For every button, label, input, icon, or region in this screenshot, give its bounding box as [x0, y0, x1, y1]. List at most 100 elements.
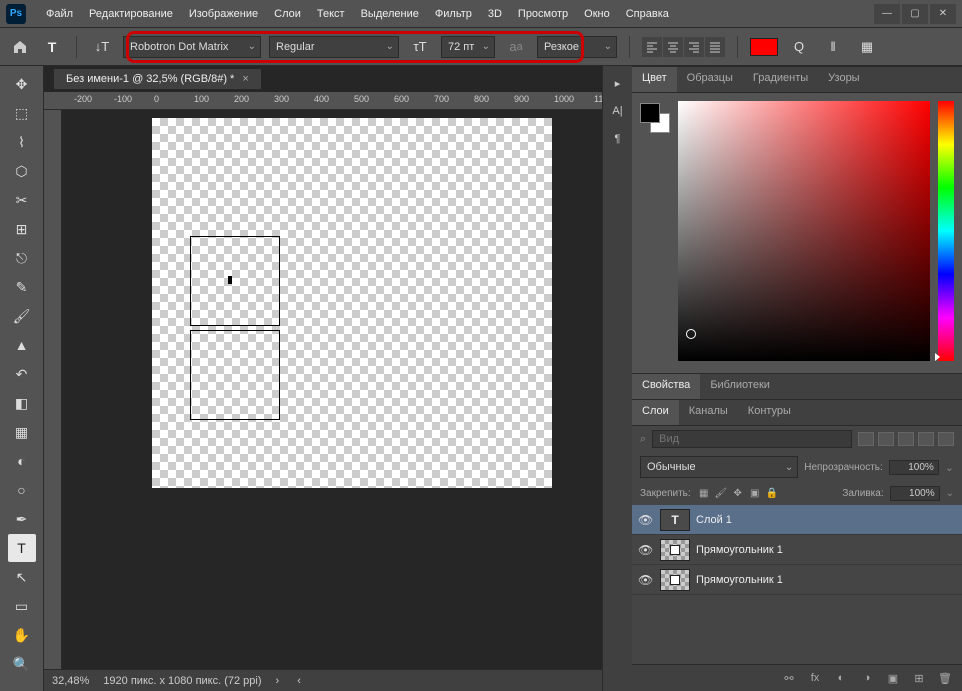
pen-tool[interactable]: ✒ — [8, 505, 36, 533]
font-size-dropdown[interactable]: 72 пт — [441, 36, 495, 58]
frame-tool[interactable]: ⊞ — [8, 215, 36, 243]
tab-цвет[interactable]: Цвет — [632, 67, 677, 92]
menu-окно[interactable]: Окно — [576, 4, 618, 24]
align-center-button[interactable] — [663, 37, 683, 57]
opacity-chevron-icon[interactable]: ⌄ — [945, 461, 954, 474]
visibility-icon[interactable]: 👁 — [638, 573, 654, 587]
close-button[interactable]: ✕ — [930, 4, 956, 24]
3d-text-button[interactable]: ▦ — [854, 36, 880, 58]
canvas-viewport[interactable] — [62, 110, 602, 669]
align-left-button[interactable] — [642, 37, 662, 57]
move-tool[interactable]: ✥ — [8, 70, 36, 98]
menu-слои[interactable]: Слои — [266, 4, 309, 24]
maximize-button[interactable]: ▢ — [902, 4, 928, 24]
visibility-icon[interactable]: 👁 — [638, 513, 654, 527]
warp-text-button[interactable]: Q — [786, 36, 812, 58]
layer-name[interactable]: Слой 1 — [696, 514, 732, 526]
canvas[interactable] — [152, 118, 552, 488]
group-icon[interactable]: ▣ — [884, 669, 902, 687]
spot-heal-tool[interactable]: ✎ — [8, 273, 36, 301]
eyedropper-tool[interactable]: ⎋ — [8, 244, 36, 272]
filter-type-icon[interactable] — [898, 432, 914, 446]
text-color-swatch[interactable] — [750, 38, 778, 56]
quick-select-tool[interactable]: ⬡ — [8, 157, 36, 185]
layer-name[interactable]: Прямоугольник 1 — [696, 574, 783, 586]
font-family-dropdown[interactable]: Robotron Dot Matrix — [123, 36, 261, 58]
blur-tool[interactable]: ◐ — [8, 447, 36, 475]
hand-tool[interactable]: ✋ — [8, 621, 36, 649]
eraser-tool[interactable]: ◧ — [8, 389, 36, 417]
layer-thumbnail[interactable] — [660, 569, 690, 591]
layer-row[interactable]: 👁 Прямоугольник 1 — [632, 565, 962, 595]
new-layer-icon[interactable]: ⊞ — [910, 669, 928, 687]
zoom-tool[interactable]: 🔍 — [8, 650, 36, 678]
rectangle-shape-2[interactable] — [190, 330, 280, 420]
menu-3d[interactable]: 3D — [480, 4, 510, 24]
delete-layer-icon[interactable]: 🗑 — [936, 669, 954, 687]
tab-образцы[interactable]: Образцы — [677, 67, 743, 92]
opacity-input[interactable]: 100% — [889, 460, 939, 475]
tab-градиенты[interactable]: Градиенты — [743, 67, 818, 92]
close-tab-icon[interactable]: × — [242, 73, 248, 85]
menu-текст[interactable]: Текст — [309, 4, 353, 24]
status-chevron-icon[interactable]: ‹ — [297, 675, 301, 687]
tab-библиотеки[interactable]: Библиотеки — [700, 374, 780, 399]
tab-свойства[interactable]: Свойства — [632, 374, 700, 399]
path-select-tool[interactable]: ↖ — [8, 563, 36, 591]
lock-position-icon[interactable]: ✥ — [731, 487, 745, 501]
menu-редактирование[interactable]: Редактирование — [81, 4, 181, 24]
gradient-tool[interactable]: ▦ — [8, 418, 36, 446]
layer-thumbnail[interactable] — [660, 539, 690, 561]
zoom-level[interactable]: 32,48% — [52, 675, 89, 687]
antialias-dropdown[interactable]: Резкое — [537, 36, 617, 58]
stamp-tool[interactable]: ▲ — [8, 331, 36, 359]
document-tab[interactable]: Без имени-1 @ 32,5% (RGB/8#) * × — [54, 69, 261, 89]
collapse-toggle-icon[interactable]: ▸ — [607, 72, 629, 94]
filter-smart-icon[interactable] — [938, 432, 954, 446]
layer-filter-input[interactable] — [652, 430, 852, 448]
tab-узоры[interactable]: Узоры — [818, 67, 869, 92]
dodge-tool[interactable]: ○ — [8, 476, 36, 504]
crop-tool[interactable]: ✂ — [8, 186, 36, 214]
menu-файл[interactable]: Файл — [38, 4, 81, 24]
blend-mode-dropdown[interactable]: Обычные — [640, 456, 798, 478]
hue-slider[interactable] — [938, 101, 954, 361]
layer-thumbnail[interactable]: T — [660, 509, 690, 531]
align-justify-button[interactable] — [705, 37, 725, 57]
status-arrow-icon[interactable]: › — [276, 675, 280, 687]
tab-каналы[interactable]: Каналы — [679, 400, 738, 425]
marquee-tool[interactable]: ⬚ — [8, 99, 36, 127]
color-picker-field[interactable] — [678, 101, 930, 361]
layer-mask-icon[interactable]: ◐ — [832, 669, 850, 687]
lasso-tool[interactable]: ⌇ — [8, 128, 36, 156]
layer-row[interactable]: 👁 T Слой 1 — [632, 505, 962, 535]
rectangle-shape-1[interactable] — [190, 236, 280, 326]
font-style-dropdown[interactable]: Regular — [269, 36, 399, 58]
menu-справка[interactable]: Справка — [618, 4, 677, 24]
character-panel-button[interactable]: ‖ — [820, 36, 846, 58]
lock-transparent-icon[interactable]: ▦ — [697, 487, 711, 501]
fill-input[interactable]: 100% — [890, 486, 940, 501]
layer-style-icon[interactable]: fx — [806, 669, 824, 687]
type-tool[interactable]: T — [8, 534, 36, 562]
layer-row[interactable]: 👁Прямоугольник 1 — [632, 535, 962, 565]
character-icon[interactable]: A| — [607, 100, 629, 122]
home-button[interactable] — [8, 35, 32, 59]
brush-tool[interactable]: 🖌 — [8, 302, 36, 330]
paragraph-icon[interactable]: ¶ — [607, 128, 629, 150]
history-brush-tool[interactable]: ↶ — [8, 360, 36, 388]
menu-фильтр[interactable]: Фильтр — [427, 4, 480, 24]
layer-name[interactable]: Прямоугольник 1 — [696, 544, 783, 556]
lock-all-icon[interactable]: 🔒 — [765, 487, 779, 501]
menu-выделение[interactable]: Выделение — [353, 4, 427, 24]
menu-изображение[interactable]: Изображение — [181, 4, 266, 24]
rectangle-tool[interactable]: ▭ — [8, 592, 36, 620]
filter-pixel-icon[interactable] — [858, 432, 874, 446]
filter-adjust-icon[interactable] — [878, 432, 894, 446]
align-right-button[interactable] — [684, 37, 704, 57]
menu-просмотр[interactable]: Просмотр — [510, 4, 576, 24]
fill-chevron-icon[interactable]: ⌄ — [946, 488, 954, 499]
minimize-button[interactable]: — — [874, 4, 900, 24]
adjustment-layer-icon[interactable]: ◑ — [858, 669, 876, 687]
filter-shape-icon[interactable] — [918, 432, 934, 446]
